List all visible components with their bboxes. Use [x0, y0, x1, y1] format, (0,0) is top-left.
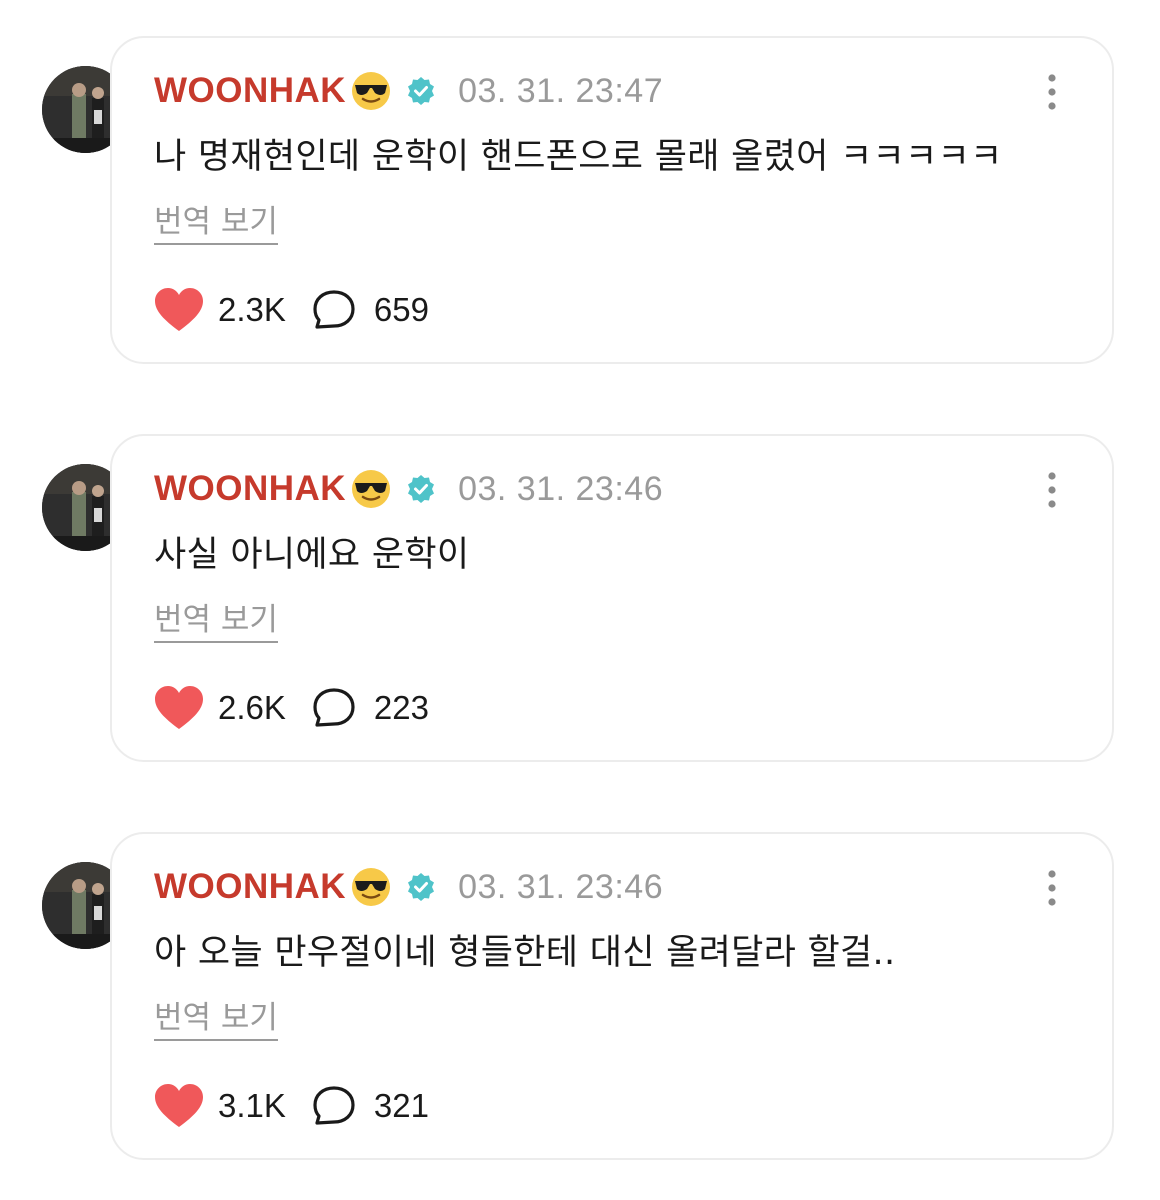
post-content-card: WOONHAK 03. 31. 23:47 나 명재현인데 운학이 핸드폰으로 … — [110, 36, 1114, 364]
post-stats: 3.1K 321 — [154, 1082, 429, 1130]
post-stats: 2.6K 223 — [154, 684, 429, 732]
sunglasses-emoji-icon — [352, 470, 391, 508]
like-count: 3.1K — [218, 1087, 286, 1124]
comment-bubble-icon[interactable] — [312, 289, 356, 331]
like-count: 2.6K — [218, 689, 286, 726]
timestamp: 03. 31. 23:47 — [458, 71, 664, 110]
heart-icon[interactable] — [154, 685, 204, 731]
post-body: 나 명재현인데 운학이 핸드폰으로 몰래 올렸어 ㅋㅋㅋㅋㅋ — [154, 137, 1003, 177]
post-content-card: WOONHAK 03. 31. 23:46 사실 아니에요 운학이 번역 보기 … — [110, 434, 1114, 762]
more-vertical-icon[interactable] — [1040, 72, 1064, 112]
more-vertical-icon[interactable] — [1040, 868, 1064, 908]
translate-link[interactable]: 번역 보기 — [154, 196, 278, 245]
translate-link[interactable]: 번역 보기 — [154, 594, 278, 643]
sunglasses-emoji-icon — [352, 72, 391, 110]
timestamp: 03. 31. 23:46 — [458, 867, 664, 906]
post-stats: 2.3K 659 — [154, 286, 429, 334]
post-card: WOONHAK 03. 31. 23:47 나 명재현인데 운학이 핸드폰으로 … — [42, 36, 1117, 370]
heart-icon[interactable] — [154, 1083, 204, 1129]
post-header: WOONHAK 03. 31. 23:46 — [154, 864, 663, 910]
translate-link[interactable]: 번역 보기 — [154, 992, 278, 1041]
comment-bubble-icon[interactable] — [312, 687, 356, 729]
username[interactable]: WOONHAK — [154, 469, 346, 509]
verified-badge-icon — [408, 475, 435, 503]
post-content-card: WOONHAK 03. 31. 23:46 아 오늘 만우절이네 형들한테 대신… — [110, 832, 1114, 1160]
username[interactable]: WOONHAK — [154, 867, 346, 907]
username[interactable]: WOONHAK — [154, 71, 346, 111]
post-card: WOONHAK 03. 31. 23:46 아 오늘 만우절이네 형들한테 대신… — [42, 832, 1117, 1166]
post-body: 아 오늘 만우절이네 형들한테 대신 올려달라 할걸.. — [154, 933, 896, 973]
comment-count: 659 — [373, 291, 429, 328]
timestamp: 03. 31. 23:46 — [458, 469, 664, 508]
verified-badge-icon — [408, 873, 435, 901]
comment-count: 223 — [373, 689, 429, 726]
comment-bubble-icon[interactable] — [312, 1085, 356, 1127]
like-count: 2.3K — [218, 291, 286, 328]
post-header: WOONHAK 03. 31. 23:47 — [154, 68, 663, 114]
post-card: WOONHAK 03. 31. 23:46 사실 아니에요 운학이 번역 보기 … — [42, 434, 1117, 768]
post-header: WOONHAK 03. 31. 23:46 — [154, 466, 663, 512]
sunglasses-emoji-icon — [352, 868, 391, 906]
comment-count: 321 — [373, 1087, 429, 1124]
more-vertical-icon[interactable] — [1040, 470, 1064, 510]
post-body: 사실 아니에요 운학이 — [154, 535, 470, 575]
verified-badge-icon — [408, 77, 435, 105]
heart-icon[interactable] — [154, 287, 204, 333]
